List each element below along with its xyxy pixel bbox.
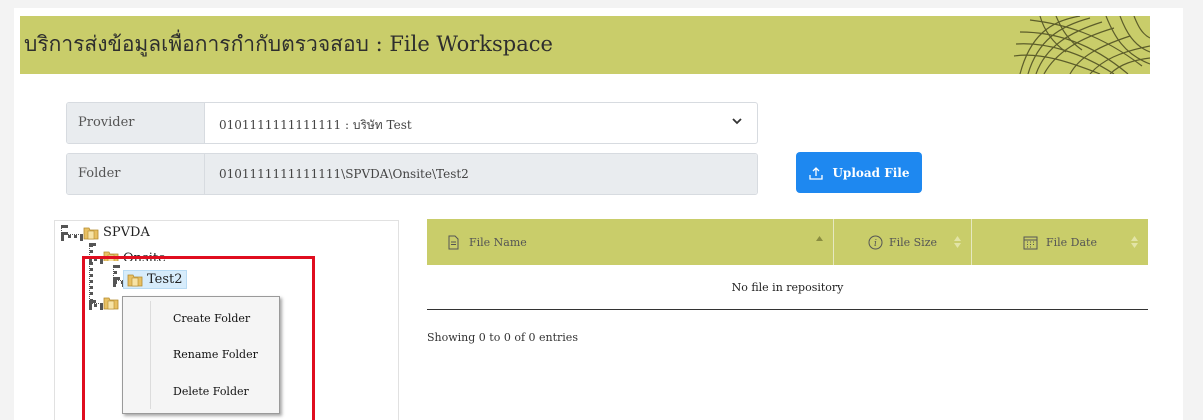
table-info: Showing 0 to 0 of 0 entries xyxy=(427,331,578,344)
menu-item-rename-folder[interactable]: Rename Folder xyxy=(173,348,258,361)
provider-select[interactable]: Provider 0101111111111111 : บริษัท Test xyxy=(66,102,758,144)
provider-value: 0101111111111111 : บริษัท Test xyxy=(219,118,412,132)
svg-text:i: i xyxy=(874,239,877,249)
folder-icon xyxy=(83,227,99,240)
chevron-down-icon xyxy=(732,118,742,125)
column-file-name[interactable]: File Name xyxy=(427,219,834,265)
upload-icon xyxy=(809,166,824,180)
sort-icon xyxy=(1131,236,1138,248)
tree-connector xyxy=(61,234,83,238)
page-title: บริการส่งข้อมูลเพื่อการกำกับตรวจสอบ : Fi… xyxy=(24,32,553,56)
provider-label: Provider xyxy=(67,103,205,143)
upload-file-label: Upload File xyxy=(832,165,910,180)
decorative-pattern-icon xyxy=(1013,16,1150,74)
tree-node-label: SPVDA xyxy=(103,225,150,240)
menu-item-create-folder[interactable]: Create Folder xyxy=(173,312,250,325)
table-header: File Name i File Size File Date xyxy=(427,219,1148,265)
folder-label: Folder xyxy=(67,154,205,194)
page-header: บริการส่งข้อมูลเพื่อการกำกับตรวจสอบ : Fi… xyxy=(20,16,1150,74)
sort-icon xyxy=(954,236,961,248)
menu-item-delete-folder[interactable]: Delete Folder xyxy=(173,385,249,398)
tree-node-spvda[interactable]: SPVDA xyxy=(83,225,150,240)
provider-select-value[interactable]: 0101111111111111 : บริษัท Test xyxy=(205,103,757,143)
folder-field: Folder 0101111111111111\SPVDA\Onsite\Tes… xyxy=(66,153,758,195)
column-label: File Date xyxy=(1046,235,1097,249)
empty-table-message: No file in repository xyxy=(427,265,1148,310)
calendar-icon xyxy=(1023,236,1038,249)
column-file-size[interactable]: i File Size xyxy=(834,219,972,265)
column-file-date[interactable]: File Date xyxy=(972,219,1148,265)
menu-gutter xyxy=(150,301,151,409)
folder-path: 0101111111111111\SPVDA\Onsite\Test2 xyxy=(205,154,757,194)
column-label: File Name xyxy=(469,235,527,249)
sort-asc-icon xyxy=(816,236,823,241)
context-menu: Create Folder Rename Folder Delete Folde… xyxy=(122,296,280,414)
upload-file-button[interactable]: Upload File xyxy=(796,152,922,193)
file-icon xyxy=(448,235,459,249)
file-table: File Name i File Size File Date No file … xyxy=(427,219,1148,310)
info-icon: i xyxy=(868,235,883,249)
column-label: File Size xyxy=(888,235,938,249)
